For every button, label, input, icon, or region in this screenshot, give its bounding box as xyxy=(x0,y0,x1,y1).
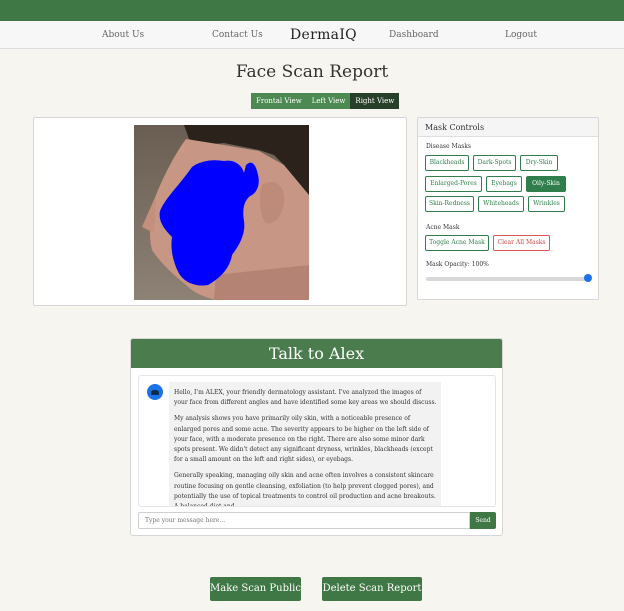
nav-about-link[interactable]: About Us xyxy=(102,30,144,40)
send-button[interactable]: Send xyxy=(470,512,496,529)
clear-all-masks-button[interactable]: Clear All Masks xyxy=(493,235,550,251)
chat-message-paragraph: My analysis shows you have primarily oil… xyxy=(174,415,433,464)
disease-masks-label: Disease Masks xyxy=(426,143,471,150)
navbar: About Us Contact Us DermaIQ Dashboard Lo… xyxy=(0,21,624,49)
chat-message-paragraph: Generally speaking, managing oily skin a… xyxy=(174,472,436,507)
mask-button-dark-spots[interactable]: Dark-Spots xyxy=(473,155,516,171)
brand-logo[interactable]: DermaIQ xyxy=(290,27,357,43)
nav-contact-link[interactable]: Contact Us xyxy=(212,30,263,40)
mask-button-dry-skin[interactable]: Dry-Skin xyxy=(520,155,558,171)
chat-messages[interactable]: Hello, I'm ALEX, your friendly dermatolo… xyxy=(138,375,496,507)
chat-title: Talk to Alex xyxy=(131,339,502,368)
mask-button-enlarged-pores[interactable]: Enlarged-Pores xyxy=(425,176,482,192)
chat-message-bubble: Hello, I'm ALEX, your friendly dermatolo… xyxy=(169,382,441,507)
mask-button-skin-redness[interactable]: Skin-Redness xyxy=(425,196,474,212)
mask-controls-title: Mask Controls xyxy=(418,118,598,137)
mask-opacity-slider-thumb[interactable] xyxy=(584,274,592,282)
tab-right-view[interactable]: Right View xyxy=(350,93,400,109)
mask-button-wrinkles[interactable]: Wrinkles xyxy=(528,196,565,212)
alex-avatar-icon xyxy=(147,384,163,400)
top-banner xyxy=(0,0,624,21)
mask-opacity-label: Mask Opacity: 100% xyxy=(426,261,489,268)
mask-button-oily-skin[interactable]: Oily-Skin xyxy=(526,176,566,192)
make-scan-public-button[interactable]: Make Scan Public xyxy=(210,577,301,601)
acne-mask-label: Acne Mask xyxy=(426,224,460,231)
face-scan-image xyxy=(134,125,309,300)
mask-opacity-slider[interactable] xyxy=(426,277,590,281)
tab-frontal-view[interactable]: Frontal View xyxy=(251,93,307,109)
mask-button-blackheads[interactable]: Blackheads xyxy=(425,155,469,171)
mask-button-eyebags[interactable]: Eyebags xyxy=(486,176,522,192)
mask-controls-panel: Mask Controls Disease Masks Blackheads D… xyxy=(417,117,599,300)
nav-dashboard-link[interactable]: Dashboard xyxy=(389,30,439,40)
nav-logout-link[interactable]: Logout xyxy=(505,30,537,40)
delete-scan-report-button[interactable]: Delete Scan Report xyxy=(322,577,422,601)
mask-button-whiteheads[interactable]: Whiteheads xyxy=(478,196,524,212)
scan-image-card xyxy=(33,117,407,306)
chat-message-input[interactable] xyxy=(138,512,470,529)
tab-left-view[interactable]: Left View xyxy=(306,93,351,109)
toggle-acne-mask-button[interactable]: Toggle Acne Mask xyxy=(425,235,489,251)
chat-message-paragraph: Hello, I'm ALEX, your friendly dermatolo… xyxy=(174,389,437,407)
chat-panel: Talk to Alex Hello, I'm ALEX, your frien… xyxy=(130,338,503,536)
page-title: Face Scan Report xyxy=(235,62,389,82)
view-tabs: Frontal View Left View Right View xyxy=(251,93,400,109)
